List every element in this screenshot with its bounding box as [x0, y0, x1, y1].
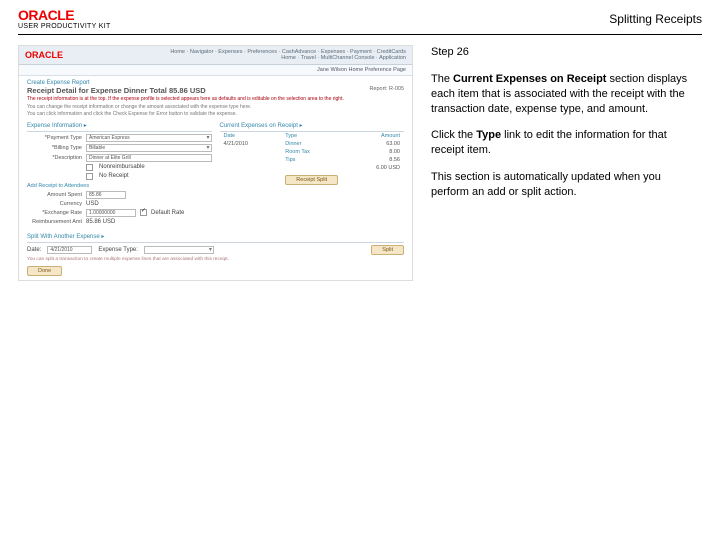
type-link[interactable]: Dinner: [281, 140, 343, 148]
split-type-label: Expense Type:: [98, 247, 138, 253]
default-rate-checkbox[interactable]: [140, 209, 147, 216]
type-link[interactable]: Room Tax: [281, 148, 343, 156]
receipt-items-table: Date Type Amount 4/21/2010Dinner63.00 Ro…: [220, 132, 405, 172]
receipt-split-button[interactable]: Receipt Split: [285, 175, 338, 185]
attendees-subheader[interactable]: Add Receipt to Attendees: [27, 183, 212, 189]
instruction-p1: The Current Expenses on Receipt section …: [431, 72, 691, 117]
brand-logo-main: ORACLE: [18, 8, 111, 23]
reimbursement-value: 85.86 USD: [86, 219, 115, 225]
table-row: 4/21/2010Dinner63.00: [220, 140, 405, 148]
app-top-nav: Home · Navigator · Expenses · Preference…: [170, 49, 406, 61]
nonreimbursable-label: Nonreimbursable: [99, 164, 145, 170]
brand-logo-sub: USER PRODUCTIVITY KIT: [18, 23, 111, 30]
app-top-nav-line2: Home · Travel · MultiChannel Console · A…: [170, 55, 406, 61]
payment-type-label: *Payment Type: [27, 135, 82, 141]
split-section-header[interactable]: Split With Another Expense ▸: [27, 231, 404, 243]
col-amount[interactable]: Amount: [343, 132, 404, 140]
app-screenshot: ORACLE Home · Navigator · Expenses · Pre…: [18, 45, 413, 281]
amount-spent-input[interactable]: 85.86: [86, 191, 126, 199]
exchange-rate-input[interactable]: 1.00000000: [86, 209, 136, 217]
reimbursement-label: Reimbursement Amt: [27, 219, 82, 225]
split-type-select[interactable]: [144, 246, 214, 254]
page-title: Splitting Receipts: [609, 12, 702, 30]
payment-type-select[interactable]: American Express: [86, 134, 212, 142]
instruction-p3: This section is automatically updated wh…: [431, 170, 691, 200]
info-text-3: You can click information and click the …: [19, 112, 412, 120]
no-receipt-label: No Receipt: [99, 173, 129, 179]
split-button[interactable]: Split: [371, 245, 404, 255]
table-row: Room Tax8.00: [220, 148, 405, 156]
type-link[interactable]: [281, 164, 343, 172]
col-date[interactable]: Date: [220, 132, 282, 140]
divider: [18, 34, 702, 35]
description-label: *Description: [27, 155, 82, 161]
report-id: Report: R-005: [369, 86, 404, 95]
nonreimbursable-checkbox[interactable]: [86, 164, 93, 171]
section-title: Receipt Detail for Expense Dinner Total …: [27, 86, 206, 95]
type-link[interactable]: Tips: [281, 156, 343, 164]
breadcrumb: Create Expense Report: [19, 76, 412, 86]
instruction-p2: Click the Type link to edit the informat…: [431, 128, 691, 158]
current-expenses-header[interactable]: Current Expenses on Receipt ▸: [220, 120, 405, 132]
done-button[interactable]: Done: [27, 266, 62, 276]
instruction-panel: Step 26 The Current Expenses on Receipt …: [431, 45, 691, 281]
currency-label: Currency: [27, 201, 82, 207]
step-label: Step 26: [431, 45, 691, 60]
amount-spent-label: Amount Spent: [27, 192, 82, 198]
no-receipt-checkbox[interactable]: [86, 173, 93, 180]
table-row: Tips8.56: [220, 156, 405, 164]
billing-type-label: *Billing Type: [27, 145, 82, 151]
billing-type-select[interactable]: Billable: [86, 144, 212, 152]
app-logo: ORACLE: [25, 50, 63, 60]
default-rate-label: Default Rate: [151, 210, 184, 216]
currency-value: USD: [86, 201, 99, 207]
col-type[interactable]: Type: [281, 132, 343, 140]
brand-logo: ORACLE USER PRODUCTIVITY KIT: [18, 8, 111, 30]
description-input[interactable]: Dinner at Elite Grill: [86, 154, 212, 162]
exchange-rate-label: *Exchange Rate: [27, 210, 82, 216]
split-date-input[interactable]: 4/21/2010: [47, 246, 92, 254]
app-submenu: Jane Wilson Home Preference Page: [19, 65, 412, 76]
table-row: 6.00 USD: [220, 164, 405, 172]
expense-info-header[interactable]: Expense Information ▸: [27, 120, 212, 132]
split-date-label: Date:: [27, 247, 41, 253]
